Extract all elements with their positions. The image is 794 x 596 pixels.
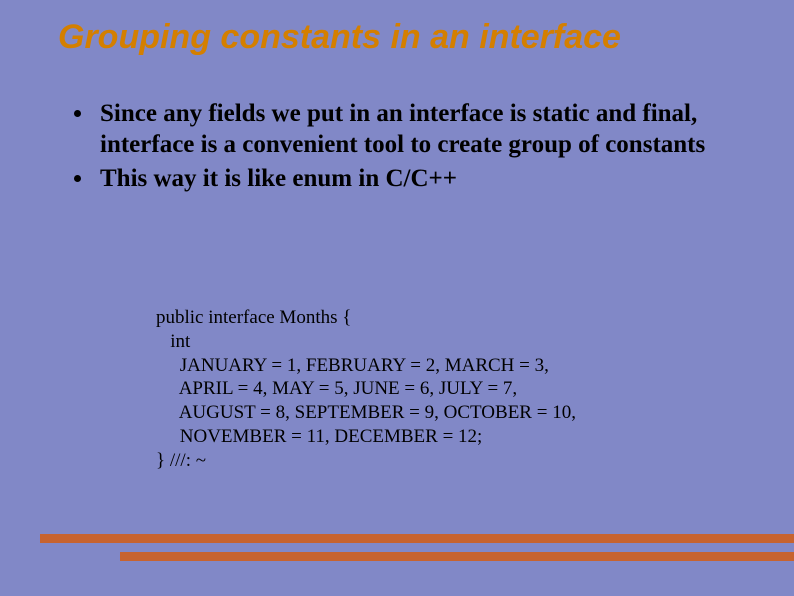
slide: Grouping constants in an interface Since… — [0, 0, 794, 596]
code-block: public interface Months { int JANUARY = … — [156, 306, 714, 472]
footer-decoration — [40, 534, 794, 561]
footer-line — [40, 534, 794, 543]
bullet-list: Since any fields we put in an interface … — [70, 98, 734, 194]
slide-title: Grouping constants in an interface — [58, 18, 764, 57]
footer-line — [120, 552, 794, 561]
slide-body: Since any fields we put in an interface … — [70, 98, 734, 196]
bullet-item: Since any fields we put in an interface … — [70, 98, 734, 161]
bullet-item: This way it is like enum in C/C++ — [70, 163, 734, 194]
